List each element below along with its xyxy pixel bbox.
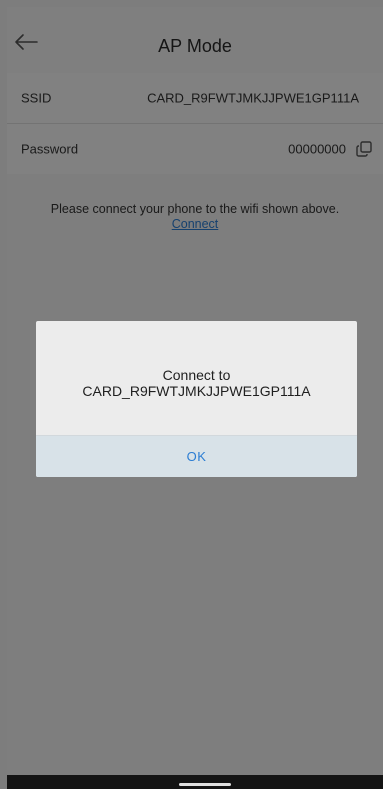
dialog-message-line2: CARD_R9FWTJMKJJPWE1GP111A: [82, 383, 311, 399]
dialog-message-line1: Connect to: [162, 367, 231, 383]
home-indicator[interactable]: [179, 783, 231, 786]
connect-dialog: Connect to CARD_R9FWTJMKJJPWE1GP111A OK: [36, 321, 357, 477]
ok-button[interactable]: OK: [36, 436, 357, 477]
system-nav-bar: [7, 775, 383, 789]
dialog-message: Connect to CARD_R9FWTJMKJJPWE1GP111A: [36, 367, 357, 399]
